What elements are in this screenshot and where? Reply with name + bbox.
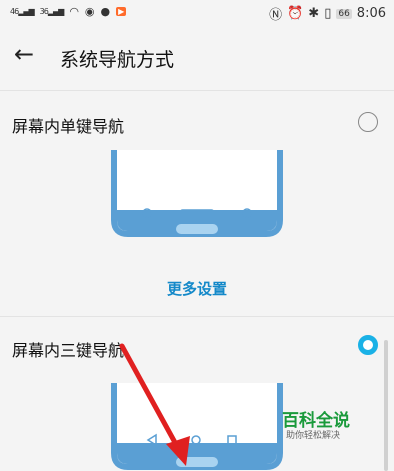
watermark-subtitle: 助你轻松解决: [286, 431, 341, 441]
red-arrow-icon: [119, 343, 190, 466]
